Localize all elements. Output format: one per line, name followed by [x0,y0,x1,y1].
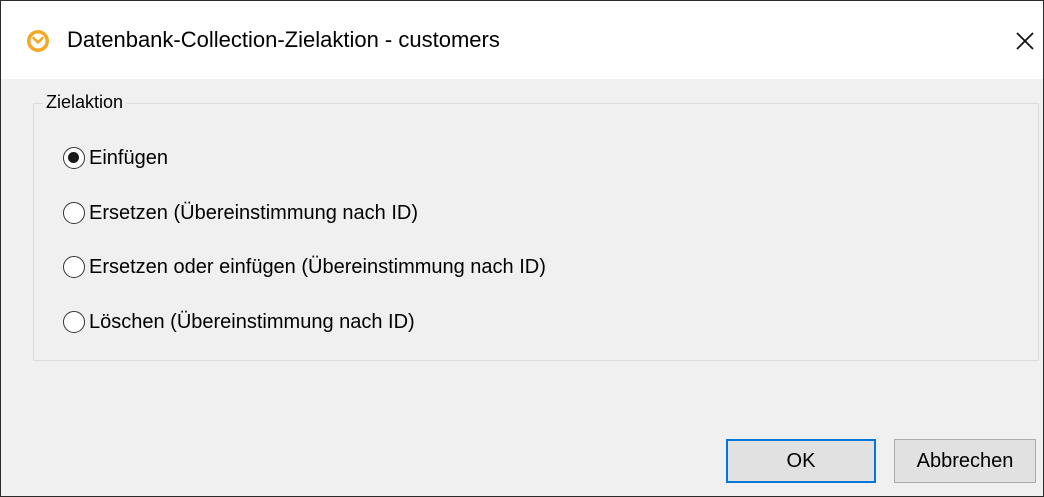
groupbox-label: Zielaktion [43,92,127,113]
title-bar[interactable]: Datenbank-Collection-Zielaktion - custom… [1,1,1043,79]
dialog-window: Datenbank-Collection-Zielaktion - custom… [0,0,1044,497]
radio-replace[interactable]: Ersetzen (Übereinstimmung nach ID) [63,199,418,227]
radio-replace-label: Ersetzen (Übereinstimmung nach ID) [89,201,419,224]
ok-button[interactable]: OK [726,439,876,483]
radio-button-icon[interactable] [63,256,85,278]
app-icon [27,30,49,52]
radio-insert[interactable]: Einfügen [63,144,168,172]
radio-delete[interactable]: Löschen (Übereinstimmung nach ID) [63,308,415,336]
radio-button-icon[interactable] [63,202,85,224]
window-title: Datenbank-Collection-Zielaktion - custom… [67,27,500,52]
radio-insert-label: Einfügen [89,146,168,169]
radio-delete-label: Löschen (Übereinstimmung nach ID) [89,310,415,333]
radio-button-selected-icon[interactable] [63,147,85,169]
cancel-button[interactable]: Abbrechen [894,439,1036,483]
close-icon[interactable] [1011,27,1039,55]
radio-button-icon[interactable] [63,311,85,333]
radio-replace-or-insert[interactable]: Ersetzen oder einfügen (Übereinstimmung … [63,253,546,281]
radio-replace-or-insert-label: Ersetzen oder einfügen (Übereinstimmung … [89,255,546,278]
